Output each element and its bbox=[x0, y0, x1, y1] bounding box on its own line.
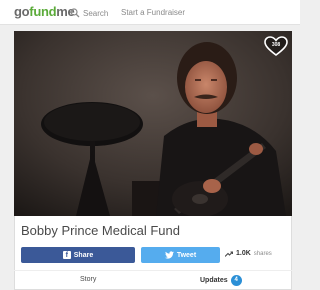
tab-story[interactable]: Story bbox=[80, 276, 96, 283]
logo-go: go bbox=[14, 4, 30, 19]
facebook-share-button[interactable]: f Share bbox=[21, 247, 135, 263]
tab-updates-label: Updates bbox=[200, 277, 228, 284]
updates-count-badge: 4 bbox=[230, 275, 242, 286]
search-link[interactable]: Search bbox=[70, 6, 108, 20]
tabs-divider bbox=[14, 270, 292, 271]
tweet-label: Tweet bbox=[176, 251, 197, 259]
tab-updates[interactable]: Updates 4 bbox=[200, 275, 242, 286]
campaign-photo-image bbox=[14, 31, 292, 216]
twitter-bird-icon bbox=[164, 251, 174, 259]
campaign-photo[interactable] bbox=[14, 31, 292, 216]
share-count-value: 1.0K bbox=[236, 250, 251, 257]
share-count-label: shares bbox=[253, 250, 272, 257]
facebook-icon: f bbox=[62, 251, 71, 259]
campaign-title: Bobby Prince Medical Fund bbox=[21, 223, 180, 238]
trending-up-icon bbox=[225, 250, 233, 257]
gofundme-logo[interactable]: gofundme bbox=[14, 4, 75, 19]
search-label: Search bbox=[83, 8, 109, 18]
top-nav-bar: gofundme Search Start a Fundraiser bbox=[0, 0, 300, 25]
search-icon bbox=[70, 8, 80, 18]
start-fundraiser-link[interactable]: Start a Fundraiser bbox=[121, 8, 185, 17]
logo-fund: fund bbox=[29, 4, 57, 19]
facebook-share-label: Share bbox=[73, 251, 94, 259]
tweet-button[interactable]: Tweet bbox=[141, 247, 220, 263]
share-count: 1.0K shares bbox=[225, 250, 272, 257]
heart-count: 308 bbox=[271, 42, 281, 48]
